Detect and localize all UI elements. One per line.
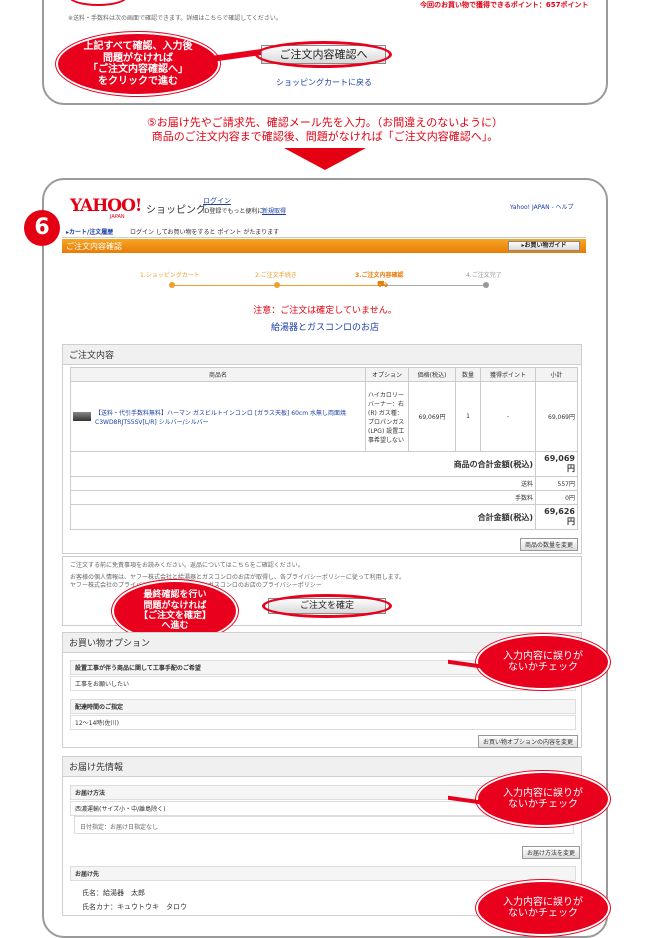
notice-line1: ご注文する前に免責事項をお読みください。返品についてはこちらをご確認ください。: [70, 562, 304, 569]
confirm-order-ring: [262, 594, 392, 618]
goods-total: 69,069円: [535, 451, 578, 477]
points-text: 今回のお買い物で獲得できるポイント：657ポイント: [420, 1, 589, 9]
cart-icon: ⛟: [377, 280, 389, 290]
fee-label: 手数料: [70, 490, 536, 505]
dest-name: 氏名：給湯器 太郎: [82, 889, 145, 897]
item-subtotal: 69,069円: [535, 381, 578, 452]
col-name: 商品名: [70, 367, 366, 382]
guide-button[interactable]: ▸お買い物ガイド: [508, 241, 580, 251]
back-to-cart-link[interactable]: ショッピングカートに戻る: [276, 77, 372, 88]
progress-dot-1: [169, 282, 175, 288]
step-4: 4.ご注文完了: [466, 272, 502, 279]
change-quantity-button[interactable]: 商品の数量を変更: [520, 538, 579, 551]
register-link[interactable]: 新規取得: [262, 206, 286, 215]
shopping-label: ショッピング: [146, 205, 206, 216]
yahoo-logo-sub: JAPAN: [110, 214, 125, 220]
callout-check-2: 入力内容に誤りが ないかチェック: [476, 771, 610, 827]
order-table: 商品名 オプション 価格(税込) 数量 獲得ポイント 小計 【送料・代引手数料無…: [70, 367, 578, 530]
shipping-section-head: お届け先情報: [63, 757, 581, 777]
change-options-button[interactable]: お買い物オプションの内容を変更: [478, 735, 579, 748]
step5-line2: 商品のご注文内容まで確認後、問題がなければ「ご注文内容確認へ」。: [151, 130, 499, 143]
shipping-label: 送料: [70, 476, 536, 491]
login-link[interactable]: ログイン: [203, 196, 231, 206]
col-subtotal: 小計: [535, 367, 578, 382]
date-value: 日付指定：お届け日指定なし: [80, 824, 159, 831]
order-table-wrap: 商品名 オプション 価格(税込) 数量 獲得ポイント 小計 【送料・代引手数料無…: [70, 367, 578, 530]
item-qty: 1: [455, 381, 481, 452]
dest-label: お届け先: [70, 866, 576, 881]
progress-dot-2: [274, 282, 280, 288]
yahoo-logo[interactable]: YAHOO!: [70, 196, 142, 216]
change-shipping-button[interactable]: お届け方法を変更: [522, 846, 581, 859]
callout-check-1: 入力内容に誤りが ないかチェック: [476, 634, 610, 690]
nav-note: ログイン してお買い物をすると ポイント がたまります: [130, 229, 280, 236]
progress-dot-4: [483, 282, 489, 288]
grand-total-label: 合計金額(税込): [70, 504, 536, 530]
item-option: ハイカロリーバーナー：右(R) ガス種：プロパンガス(LPG) 設置工事希望しな…: [365, 381, 409, 452]
callout-top: 上記すべて確認、入力後 問題がなければ 「ご注文内容確認へ」 をクリックで進む: [56, 32, 220, 96]
item-point: -: [480, 381, 536, 452]
item-price: 69,069円: [408, 381, 456, 452]
fee-value: 0円: [535, 490, 578, 505]
down-arrow-icon: [284, 148, 366, 170]
down-arrow-stem: [300, 148, 350, 150]
step-3: 3.ご注文内容確認: [355, 272, 404, 279]
item-name[interactable]: 【送料・代引手数料無料】ハーマン ガスビルトインコンロ [ガラス天板] 60cm…: [95, 408, 363, 426]
step-1: 1.ショッピングカート: [140, 272, 200, 279]
col-point: 獲得ポイント: [480, 367, 536, 382]
nav-cart-link[interactable]: ▸カート/注文履歴: [66, 227, 113, 236]
callout-check-3: 入力内容に誤りが ないかチェック: [476, 880, 610, 936]
order-section-head: ご注文内容: [63, 345, 581, 365]
product-thumbnail: [73, 412, 91, 421]
grand-total: 69,626円: [535, 504, 578, 530]
confirm-button-ring: [255, 41, 392, 68]
note-line: ※送料・手数料は次の画面で確認できます。詳細はこちらで確認してください。: [68, 15, 282, 22]
title-bar-text: ご注文内容確認: [66, 242, 122, 251]
header-links[interactable]: Yahoo! JAPAN - ヘルプ: [510, 202, 574, 211]
item-cell: 【送料・代引手数料無料】ハーマン ガスビルトインコンロ [ガラス天板] 60cm…: [70, 381, 366, 452]
opt2-value: 12〜14時(佐川): [70, 715, 576, 730]
shipping-value: 557円: [535, 476, 578, 491]
step6-badge: 6: [24, 210, 60, 246]
col-price: 価格(税込): [408, 367, 456, 382]
col-option: オプション: [365, 367, 409, 382]
col-qty: 数量: [455, 367, 481, 382]
shop-name: 給湯器とガスコンロのお店: [270, 323, 379, 333]
unconfirmed-notice: 注意：ご注文は確定していません。: [253, 306, 397, 316]
goods-total-label: 商品の合計金額(税込): [70, 451, 536, 477]
step-2: 2.ご注文手続き: [255, 272, 297, 279]
opt2-label: 配達時間のご指定: [70, 699, 576, 714]
login-note: ID登録でもっと便利に: [203, 208, 264, 215]
